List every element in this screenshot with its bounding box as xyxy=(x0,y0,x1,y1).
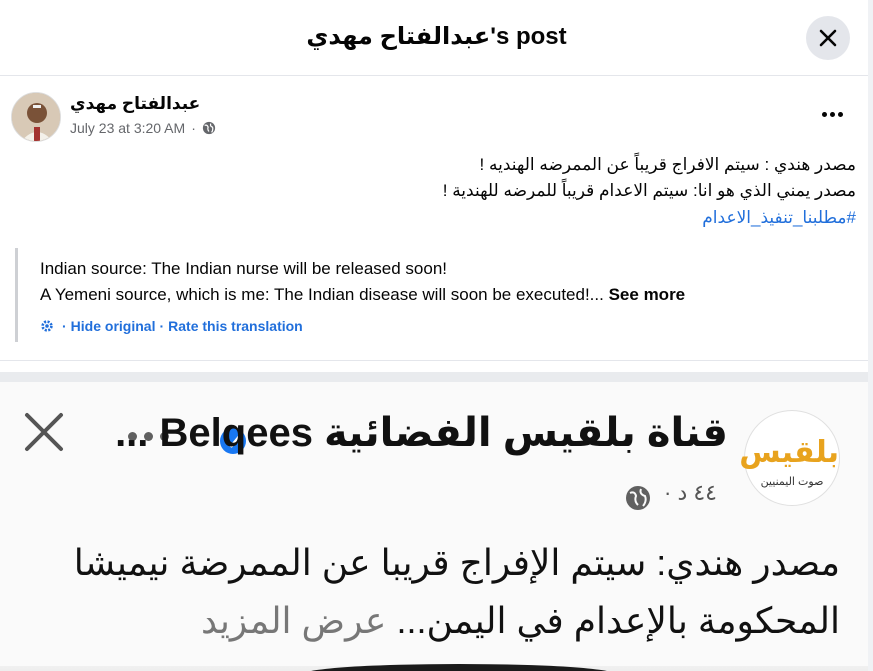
image-text: المحكومة بالإعدام في اليمن... xyxy=(396,600,840,641)
post-timestamp[interactable]: July 23 at 3:20 AM xyxy=(70,120,185,136)
post-options-button[interactable] xyxy=(816,102,848,126)
rate-translation-link[interactable]: Rate this translation xyxy=(168,318,303,334)
separator: · xyxy=(62,318,67,334)
channel-logo: بلقيس صوت اليمنيين xyxy=(739,410,840,506)
avatar-photo xyxy=(12,93,60,141)
channel-name: قناة بلقيس الفضائية Belqees ... xyxy=(115,411,728,455)
translation-line: Indian source: The Indian nurse will be … xyxy=(40,259,447,278)
translation-line-text: A Yemeni source, which is me: The Indian… xyxy=(40,285,604,304)
hide-original-link[interactable]: Hide original xyxy=(71,318,156,334)
globe-icon xyxy=(626,486,650,510)
translation-text: Indian source: The Indian nurse will be … xyxy=(40,248,855,308)
author-name[interactable]: عبدالفتاح مهدي xyxy=(70,94,200,114)
dot-icon xyxy=(837,111,843,117)
close-icon xyxy=(819,29,837,47)
hashtag-link[interactable]: #مطلبنا_تنفيذ_الاعدام xyxy=(702,208,856,228)
translation-block: Indian source: The Indian nurse will be … xyxy=(15,248,855,342)
translation-line-2: A Yemeni source, which is me: The Indian… xyxy=(40,282,855,308)
image-see-more: عرض المزيد xyxy=(200,600,387,641)
image-text-line-2: المحكومة بالإعدام في اليمن... عرض المزيد xyxy=(40,600,840,642)
logo-text: بلقيس xyxy=(739,436,839,469)
close-button[interactable] xyxy=(806,16,850,60)
meta-separator: · xyxy=(191,120,196,136)
gear-icon xyxy=(41,320,53,332)
image-top-border xyxy=(0,372,873,382)
close-icon xyxy=(25,413,63,451)
dot-icon xyxy=(829,111,835,117)
image-text-line: مصدر هندي: سيتم الإفراج قريبا عن الممرضة… xyxy=(73,542,840,583)
shared-image[interactable]: قناة بلقيس الفضائية Belqees ... بلقيس صو… xyxy=(0,372,873,671)
post-text: مصدر هندي : سيتم الافراج قريباً عن الممر… xyxy=(36,152,856,204)
logo-subtext: صوت اليمنيين xyxy=(760,476,824,488)
dialog-title: عبدالفتاح مهدي's post xyxy=(306,23,567,50)
translation-controls: · Hide original · Rate this translation xyxy=(40,318,855,334)
scrollbar-track[interactable] xyxy=(868,0,873,671)
dot-icon xyxy=(821,111,827,117)
see-more-link[interactable]: See more xyxy=(609,285,686,304)
divider xyxy=(0,360,873,361)
post-meta: July 23 at 3:20 AM · xyxy=(70,120,216,136)
dialog-header: عبدالفتاح مهدي's post xyxy=(0,0,873,76)
globe-icon[interactable] xyxy=(202,121,216,135)
separator: · xyxy=(159,318,165,334)
avatar[interactable] xyxy=(11,92,61,142)
image-timestamp: ٤٤ د · xyxy=(664,480,717,505)
image-content: قناة بلقيس الفضائية Belqees ... بلقيس صو… xyxy=(0,382,873,671)
post-text-line: مصدر يمني الذي هو انا: سيتم الاعدام قريب… xyxy=(442,181,856,200)
post-text-line: مصدر هندي : سيتم الافراج قريباً عن الممر… xyxy=(479,155,856,174)
